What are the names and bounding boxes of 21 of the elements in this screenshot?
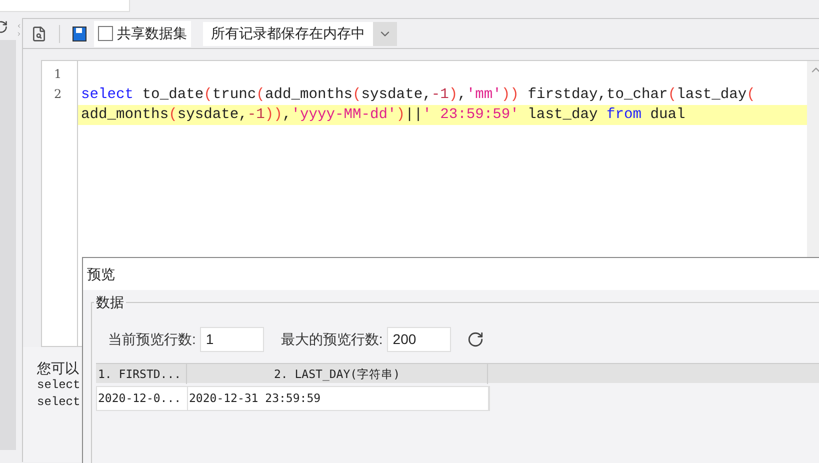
message-text: 您可以 bbox=[37, 359, 79, 377]
column-header[interactable]: 2. LAST_DAY(字符串) bbox=[187, 364, 488, 384]
field-label: 最大的预览行数: bbox=[280, 330, 383, 348]
preview-icon[interactable] bbox=[31, 26, 47, 42]
line-number: 1 bbox=[54, 67, 62, 81]
current-rows-field[interactable]: 1 bbox=[200, 326, 264, 352]
group-title: 数据 bbox=[94, 293, 126, 311]
table-cell: 2020-12-0... bbox=[97, 387, 188, 410]
line-number: 2 bbox=[54, 87, 62, 101]
code-line: select to_date(trunc(add_months(sysdate,-1),'mm')) firstday,to_char(last_day( bbox=[80, 86, 756, 105]
column-header[interactable]: 1. FIRSTD... bbox=[96, 364, 187, 384]
refresh-icon[interactable] bbox=[466, 330, 484, 348]
sql-text: select bbox=[37, 377, 80, 394]
storage-dropdown[interactable]: 所有记录都保存在内存中 bbox=[203, 22, 397, 46]
save-icon[interactable] bbox=[72, 26, 88, 42]
max-rows-field[interactable]: 200 bbox=[386, 326, 451, 352]
share-dataset-checkbox[interactable]: 共享数据集 bbox=[94, 20, 191, 46]
sql-text: select bbox=[37, 394, 80, 411]
dialog-title: 预览 bbox=[87, 264, 115, 284]
field-label: 当前预览行数: bbox=[108, 330, 196, 348]
table-cell: 2020-12-31 23:59:59 bbox=[188, 387, 489, 410]
